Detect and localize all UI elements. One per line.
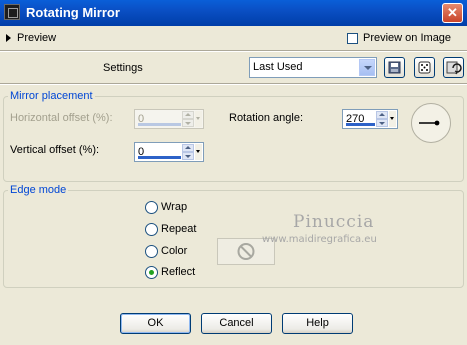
radio-color[interactable] bbox=[145, 245, 158, 258]
reset-icon bbox=[446, 61, 462, 75]
radio-wrap-label[interactable]: Wrap bbox=[161, 201, 187, 213]
watermark-name: Pinuccia bbox=[293, 212, 375, 232]
slider-dropdown-icon[interactable] bbox=[195, 144, 202, 160]
slider-dropdown-icon[interactable] bbox=[195, 111, 202, 127]
divider bbox=[0, 83, 467, 85]
watermark-url: www.maidiregrafica.eu bbox=[262, 234, 377, 245]
spin-down-icon[interactable] bbox=[182, 152, 194, 160]
preview-row: Preview Preview on Image bbox=[0, 30, 467, 48]
chevron-down-icon[interactable] bbox=[359, 59, 375, 76]
slider-bar[interactable] bbox=[138, 123, 181, 126]
horizontal-offset-label: Horizontal offset (%): bbox=[10, 112, 113, 124]
close-button[interactable]: ✕ bbox=[442, 3, 463, 23]
spin-up-icon[interactable] bbox=[182, 111, 194, 119]
radio-repeat-label[interactable]: Repeat bbox=[161, 223, 196, 235]
radio-reflect-label[interactable]: Reflect bbox=[161, 266, 195, 278]
rotation-dial[interactable] bbox=[411, 103, 451, 143]
rotation-angle-input[interactable]: 270 bbox=[342, 109, 398, 129]
ok-button[interactable]: OK bbox=[120, 313, 191, 334]
spin-down-icon[interactable] bbox=[182, 119, 194, 127]
cancel-button[interactable]: Cancel bbox=[201, 313, 272, 334]
mirror-placement-legend: Mirror placement bbox=[8, 90, 95, 102]
window-title: Rotating Mirror bbox=[26, 5, 120, 20]
spin-up-icon[interactable] bbox=[376, 111, 388, 119]
vertical-offset-label: Vertical offset (%): bbox=[10, 144, 100, 156]
close-icon: ✕ bbox=[447, 5, 458, 20]
reset-button[interactable] bbox=[443, 57, 464, 78]
preview-toggle[interactable]: Preview bbox=[17, 32, 56, 44]
expand-triangle-icon[interactable] bbox=[6, 34, 11, 42]
spin-down-icon[interactable] bbox=[376, 119, 388, 127]
title-bar: Rotating Mirror ✕ bbox=[0, 0, 467, 26]
rotation-angle-label: Rotation angle: bbox=[229, 112, 303, 124]
preset-value: Last Used bbox=[253, 61, 303, 73]
preview-on-image-label[interactable]: Preview on Image bbox=[363, 32, 451, 44]
preview-on-image-checkbox[interactable] bbox=[347, 33, 358, 44]
radio-repeat[interactable] bbox=[145, 223, 158, 236]
horizontal-offset-input[interactable]: 0 bbox=[134, 109, 204, 129]
radio-reflect[interactable] bbox=[145, 266, 158, 279]
slider-bar[interactable] bbox=[138, 156, 181, 159]
radio-color-label[interactable]: Color bbox=[161, 245, 187, 257]
angle-arrow-icon bbox=[419, 120, 440, 126]
slider-bar[interactable] bbox=[346, 123, 375, 126]
slider-dropdown-icon[interactable] bbox=[389, 111, 396, 127]
help-button[interactable]: Help bbox=[282, 313, 353, 334]
vertical-offset-input[interactable]: 0 bbox=[134, 142, 204, 162]
floppy-icon bbox=[388, 61, 401, 74]
save-preset-button[interactable] bbox=[384, 57, 405, 78]
randomize-button[interactable] bbox=[414, 57, 435, 78]
edge-mode-legend: Edge mode bbox=[8, 184, 69, 196]
app-icon bbox=[4, 4, 20, 20]
divider bbox=[0, 50, 467, 52]
spin-up-icon[interactable] bbox=[182, 144, 194, 152]
dice-icon bbox=[418, 61, 431, 74]
preset-select[interactable]: Last Used bbox=[249, 57, 377, 78]
radio-wrap[interactable] bbox=[145, 201, 158, 214]
settings-label: Settings bbox=[103, 62, 143, 74]
